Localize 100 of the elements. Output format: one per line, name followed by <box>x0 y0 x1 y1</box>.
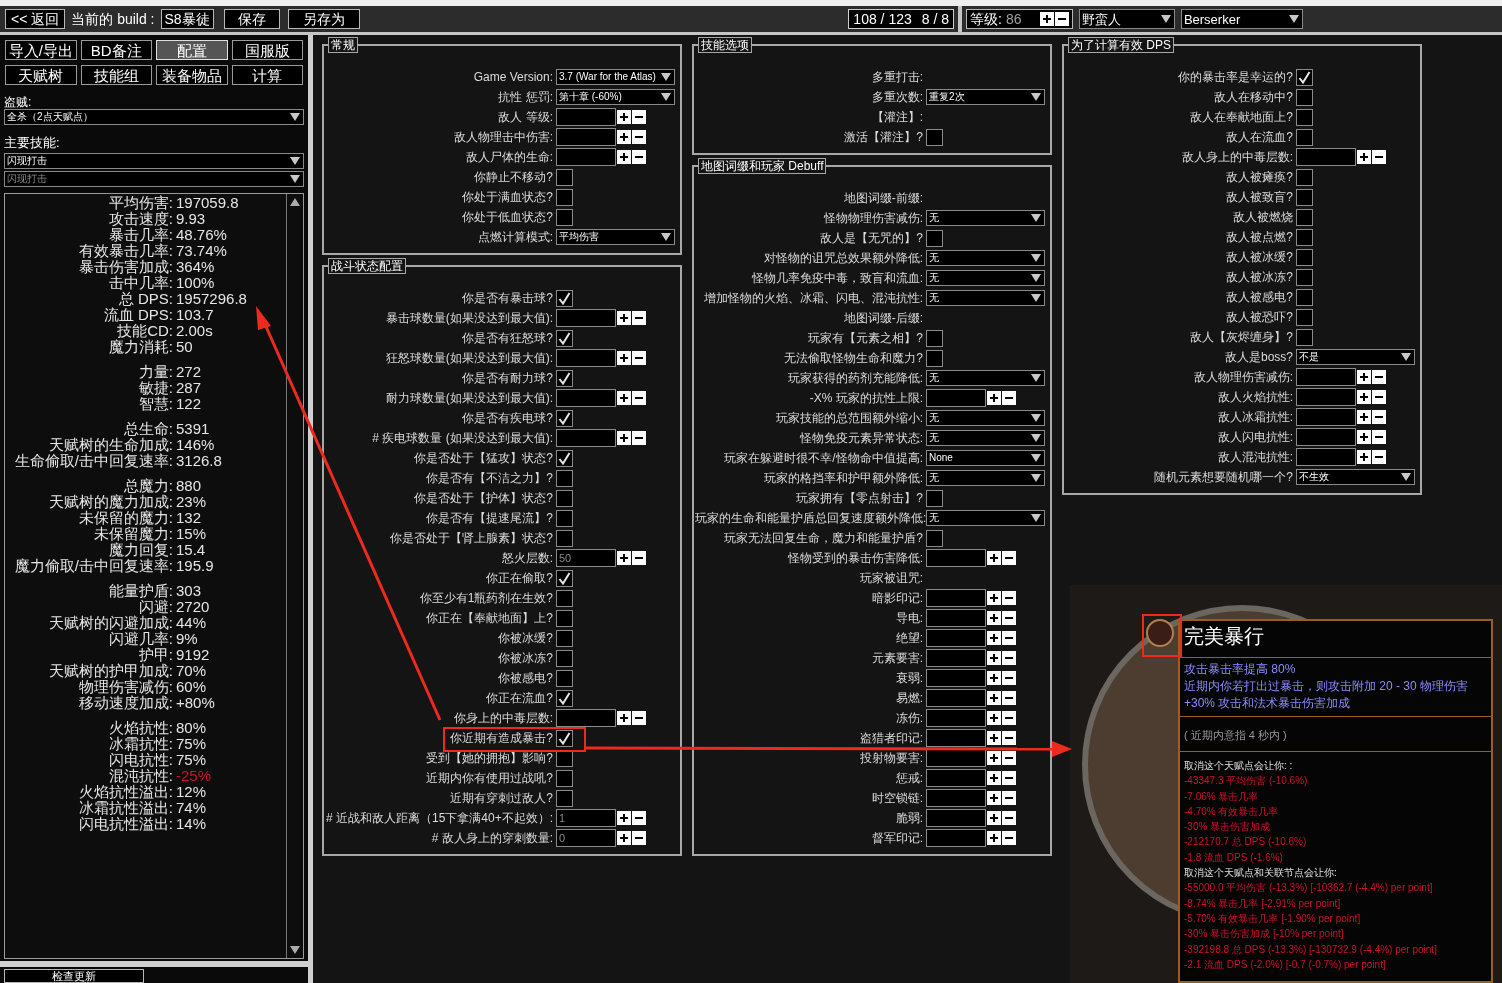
increase-button[interactable] <box>617 130 631 144</box>
checkbox[interactable] <box>556 769 573 787</box>
increase-button[interactable] <box>1357 450 1371 464</box>
number-field[interactable] <box>926 669 986 687</box>
increase-button[interactable] <box>987 751 1001 765</box>
number-field[interactable] <box>556 309 616 327</box>
dropdown[interactable]: Berserker <box>1180 9 1303 29</box>
decrease-button[interactable] <box>1002 751 1016 765</box>
checkbox[interactable] <box>1296 208 1313 226</box>
increase-button[interactable] <box>1357 410 1371 424</box>
decrease-button[interactable] <box>632 311 646 325</box>
checkbox[interactable] <box>926 349 943 367</box>
checkbox[interactable] <box>556 168 573 186</box>
checkbox[interactable] <box>556 469 573 487</box>
increase-button[interactable] <box>987 731 1001 745</box>
number-field[interactable] <box>926 629 986 647</box>
number-field[interactable] <box>926 709 986 727</box>
save-as-button[interactable]: 另存为 <box>287 9 360 29</box>
increase-button[interactable] <box>987 551 1001 565</box>
increase-button[interactable] <box>987 791 1001 805</box>
increase-button[interactable] <box>1357 150 1371 164</box>
increase-button[interactable] <box>617 150 631 164</box>
decrease-button[interactable] <box>632 831 646 845</box>
number-field[interactable] <box>926 809 986 827</box>
checkbox[interactable] <box>1296 168 1313 186</box>
checkbox[interactable] <box>556 529 573 547</box>
decrease-button[interactable] <box>1372 390 1386 404</box>
dropdown[interactable]: 无 <box>926 370 1045 386</box>
number-field[interactable] <box>1296 148 1356 166</box>
nav-tab[interactable]: 计算 <box>231 65 303 85</box>
checkbox[interactable] <box>1296 108 1313 126</box>
checkbox[interactable] <box>1296 308 1313 326</box>
level-value[interactable]: 86 <box>1005 8 1036 30</box>
checkbox[interactable] <box>1296 188 1313 206</box>
decrease-button[interactable] <box>1002 551 1016 565</box>
increase-button[interactable] <box>1357 430 1371 444</box>
increase-button[interactable] <box>617 351 631 365</box>
decrease-button[interactable] <box>1002 771 1016 785</box>
increase-button[interactable] <box>1039 12 1054 26</box>
decrease-button[interactable] <box>1002 611 1016 625</box>
increase-button[interactable] <box>987 771 1001 785</box>
increase-button[interactable] <box>987 631 1001 645</box>
increase-button[interactable] <box>987 811 1001 825</box>
increase-button[interactable] <box>987 671 1001 685</box>
checkbox[interactable] <box>556 569 573 587</box>
nav-tab[interactable]: 技能组 <box>80 65 152 85</box>
decrease-button[interactable] <box>1372 150 1386 164</box>
dropdown[interactable]: 无 <box>926 410 1045 426</box>
nav-tab[interactable]: 导入/导出 <box>5 40 77 60</box>
decrease-button[interactable] <box>1372 430 1386 444</box>
number-field[interactable] <box>1296 408 1356 426</box>
number-field[interactable] <box>1296 448 1356 466</box>
dropdown[interactable]: 无 <box>926 290 1045 306</box>
dropdown[interactable]: 不是 <box>1296 349 1415 365</box>
checkbox[interactable] <box>1296 268 1313 286</box>
checkbox[interactable] <box>1296 288 1313 306</box>
number-field[interactable] <box>926 789 986 807</box>
number-field[interactable] <box>926 609 986 627</box>
number-field[interactable] <box>1296 388 1356 406</box>
build-name-field[interactable]: S8暴徒 <box>160 9 214 29</box>
decrease-button[interactable] <box>1002 671 1016 685</box>
increase-button[interactable] <box>1357 370 1371 384</box>
decrease-button[interactable] <box>1372 370 1386 384</box>
decrease-button[interactable] <box>1002 731 1016 745</box>
number-field[interactable] <box>1296 368 1356 386</box>
checkbox[interactable] <box>556 489 573 507</box>
checkbox[interactable] <box>556 509 573 527</box>
number-field[interactable] <box>926 829 986 847</box>
decrease-button[interactable] <box>632 130 646 144</box>
increase-button[interactable] <box>987 611 1001 625</box>
decrease-button[interactable] <box>632 391 646 405</box>
decrease-button[interactable] <box>1002 791 1016 805</box>
decrease-button[interactable] <box>1054 12 1069 26</box>
increase-button[interactable] <box>987 691 1001 705</box>
dropdown[interactable]: 无 <box>926 510 1045 526</box>
increase-button[interactable] <box>987 711 1001 725</box>
checkbox[interactable] <box>1296 68 1313 86</box>
dropdown[interactable]: 无 <box>926 470 1045 486</box>
checkbox[interactable] <box>556 409 573 427</box>
decrease-button[interactable] <box>1002 831 1016 845</box>
increase-button[interactable] <box>617 711 631 725</box>
increase-button[interactable] <box>617 811 631 825</box>
number-field[interactable] <box>556 709 616 727</box>
decrease-button[interactable] <box>632 711 646 725</box>
update-button[interactable]: 检查更新 <box>4 969 144 983</box>
number-field[interactable] <box>556 148 616 166</box>
nav-tab[interactable]: BD备注 <box>80 40 152 60</box>
checkbox[interactable] <box>556 449 573 467</box>
decrease-button[interactable] <box>1002 711 1016 725</box>
increase-button[interactable] <box>1357 390 1371 404</box>
number-field[interactable] <box>556 389 616 407</box>
checkbox[interactable] <box>556 789 573 807</box>
number-field[interactable] <box>926 389 986 407</box>
decrease-button[interactable] <box>1002 651 1016 665</box>
number-field[interactable] <box>926 689 986 707</box>
checkbox[interactable] <box>556 329 573 347</box>
checkbox[interactable] <box>556 689 573 707</box>
decrease-button[interactable] <box>632 110 646 124</box>
increase-button[interactable] <box>987 391 1001 405</box>
nav-tab[interactable]: 国服版 <box>231 40 303 60</box>
